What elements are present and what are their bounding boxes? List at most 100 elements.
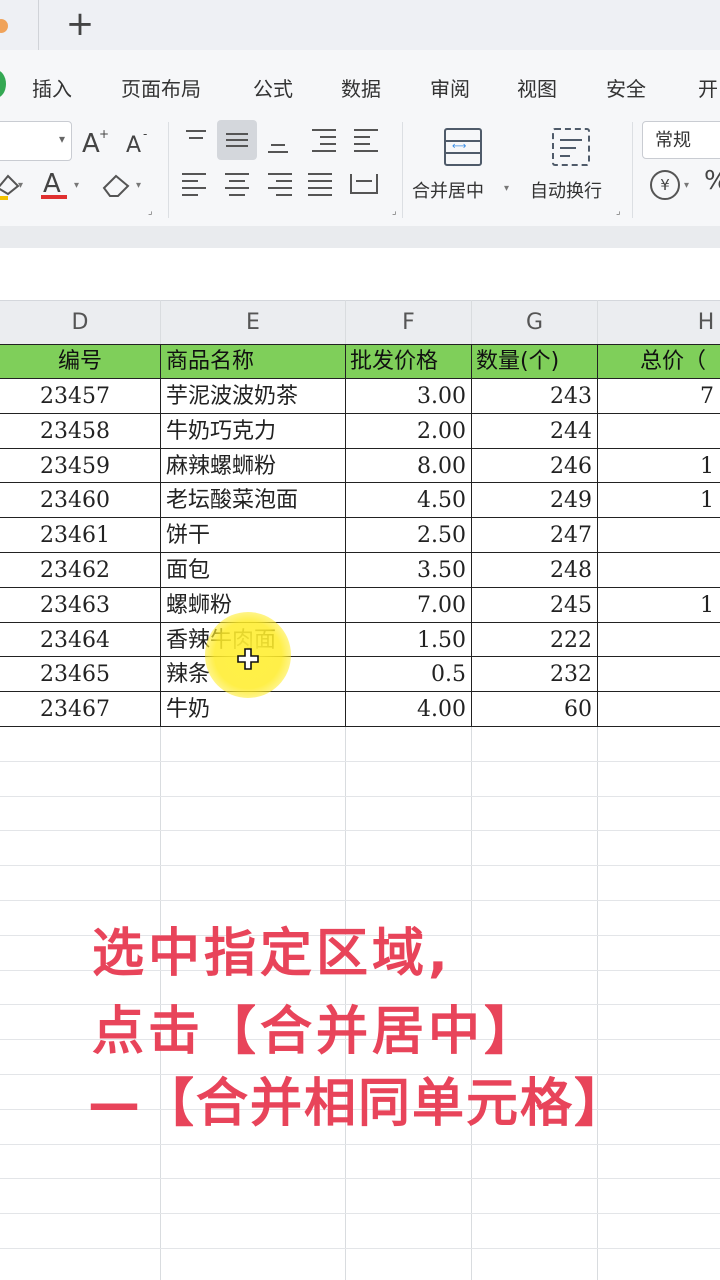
cell-quantity[interactable]: 243 <box>472 380 592 414</box>
distributed-align-icon[interactable] <box>344 164 384 204</box>
cell-price[interactable]: 8.00 <box>346 450 466 484</box>
merge-dialog-launcher-icon[interactable]: ⌟ <box>616 206 621 217</box>
merge-center-button[interactable]: 合并居中 <box>412 177 484 203</box>
cell-total[interactable]: 7 <box>700 380 720 414</box>
align-right-icon[interactable] <box>258 164 298 204</box>
cell-total[interactable]: 1 <box>700 589 720 623</box>
column-header-g[interactable]: G <box>472 301 597 345</box>
menu-developer[interactable]: 开 <box>698 73 718 102</box>
cell-id[interactable]: 23463 <box>0 589 150 623</box>
font-size-select[interactable]: ▾ <box>0 121 72 161</box>
cell-total[interactable] <box>700 658 720 692</box>
cell-id[interactable]: 23457 <box>0 380 150 414</box>
alignment-dialog-launcher-icon[interactable]: ⌟ <box>392 206 397 217</box>
cell-name[interactable]: 饼干 <box>166 519 342 553</box>
font-dialog-launcher-icon[interactable]: ⌟ <box>148 206 153 217</box>
cell-id[interactable]: 23464 <box>0 624 150 658</box>
chevron-down-icon[interactable]: ▾ <box>136 180 141 191</box>
align-bottom-icon[interactable] <box>258 120 298 160</box>
menu-review[interactable]: 审阅 <box>430 73 470 102</box>
increase-indent-icon[interactable] <box>346 120 386 160</box>
menu-data[interactable]: 数据 <box>341 73 381 102</box>
cell-total[interactable] <box>700 519 720 553</box>
cell-id[interactable]: 23460 <box>0 484 150 518</box>
number-format-select[interactable]: 常规 <box>642 121 720 159</box>
wrap-text-icon[interactable] <box>552 128 590 166</box>
menu-page-layout[interactable]: 页面布局 <box>121 73 201 102</box>
decrease-indent-icon[interactable] <box>304 120 344 160</box>
percent-format-icon[interactable]: % <box>704 166 720 196</box>
cell-quantity[interactable]: 249 <box>472 484 592 518</box>
header-cell-name[interactable]: 商品名称 <box>166 345 342 378</box>
cell-total[interactable]: 1 <box>700 484 720 518</box>
currency-format-icon[interactable]: ¥ <box>650 170 680 200</box>
merge-center-icon[interactable]: ⟷ <box>444 128 482 166</box>
cell-id[interactable]: 23459 <box>0 450 150 484</box>
column-header-h[interactable]: H <box>598 301 720 345</box>
cell-name[interactable]: 面包 <box>166 554 342 588</box>
cell-id[interactable]: 23462 <box>0 554 150 588</box>
align-middle-icon[interactable] <box>217 120 257 160</box>
new-tab-button[interactable]: + <box>60 4 100 44</box>
cell-quantity[interactable]: 248 <box>472 554 592 588</box>
header-cell-total[interactable]: 总价（ <box>640 345 720 378</box>
cell-total[interactable] <box>700 624 720 658</box>
cell-price[interactable]: 2.00 <box>346 415 466 449</box>
cell-price[interactable]: 0.5 <box>346 658 466 692</box>
cell-quantity[interactable]: 247 <box>472 519 592 553</box>
cell-total[interactable] <box>700 415 720 449</box>
document-tab-icon[interactable] <box>0 19 8 33</box>
column-header-e[interactable]: E <box>161 301 345 345</box>
menu-insert[interactable]: 插入 <box>32 73 72 102</box>
justify-icon[interactable] <box>300 164 340 204</box>
align-top-icon[interactable] <box>176 120 216 160</box>
chevron-down-icon[interactable]: ▾ <box>74 180 79 191</box>
increase-font-icon[interactable]: A + <box>80 126 110 156</box>
cell-price[interactable]: 7.00 <box>346 589 466 623</box>
cell-id[interactable]: 23458 <box>0 415 150 449</box>
menu-security[interactable]: 安全 <box>606 73 646 102</box>
cell-quantity[interactable]: 246 <box>472 450 592 484</box>
column-header-d[interactable]: D <box>0 301 160 345</box>
fill-color-icon[interactable] <box>0 170 28 202</box>
cell-price[interactable]: 3.00 <box>346 380 466 414</box>
cell-total[interactable] <box>700 554 720 588</box>
align-left-icon[interactable] <box>176 164 216 204</box>
align-center-icon[interactable] <box>217 164 257 204</box>
cell-id[interactable]: 23465 <box>0 658 150 692</box>
cell-name[interactable]: 牛奶 <box>166 693 342 727</box>
cell-quantity[interactable]: 244 <box>472 415 592 449</box>
cell-price[interactable]: 1.50 <box>346 624 466 658</box>
cell-id[interactable]: 23461 <box>0 519 150 553</box>
cell-id[interactable]: 23467 <box>0 693 150 727</box>
chevron-down-icon[interactable]: ▾ <box>684 180 689 191</box>
cell-quantity[interactable]: 245 <box>472 589 592 623</box>
column-header-f[interactable]: F <box>346 301 471 345</box>
header-cell-quantity[interactable]: 数量(个) <box>476 345 596 378</box>
cell-quantity[interactable]: 222 <box>472 624 592 658</box>
cell-total[interactable] <box>700 693 720 727</box>
header-cell-price[interactable]: 批发价格 <box>350 345 470 378</box>
cell-name[interactable]: 老坛酸菜泡面 <box>166 484 342 518</box>
table-border <box>160 344 161 726</box>
chevron-down-icon[interactable]: ▾ <box>18 180 23 191</box>
font-color-icon[interactable]: A <box>40 168 70 202</box>
menu-formulas[interactable]: 公式 <box>253 73 293 102</box>
menu-view[interactable]: 视图 <box>517 73 557 102</box>
font-color-letter: A <box>43 169 61 199</box>
eraser-icon[interactable] <box>100 170 134 200</box>
cell-price[interactable]: 4.50 <box>346 484 466 518</box>
cell-quantity[interactable]: 60 <box>472 693 592 727</box>
header-cell-id[interactable]: 编号 <box>0 345 160 378</box>
chevron-down-icon[interactable]: ▾ <box>504 183 509 194</box>
cell-name[interactable]: 芋泥波波奶茶 <box>166 380 342 414</box>
cell-price[interactable]: 2.50 <box>346 519 466 553</box>
cell-name[interactable]: 牛奶巧克力 <box>166 415 342 449</box>
cell-price[interactable]: 4.00 <box>346 693 466 727</box>
cell-price[interactable]: 3.50 <box>346 554 466 588</box>
cell-quantity[interactable]: 232 <box>472 658 592 692</box>
cell-total[interactable]: 1 <box>700 450 720 484</box>
decrease-font-icon[interactable]: A - <box>124 128 154 158</box>
cell-name[interactable]: 麻辣螺蛳粉 <box>166 450 342 484</box>
wrap-text-button[interactable]: 自动换行 <box>530 177 602 203</box>
